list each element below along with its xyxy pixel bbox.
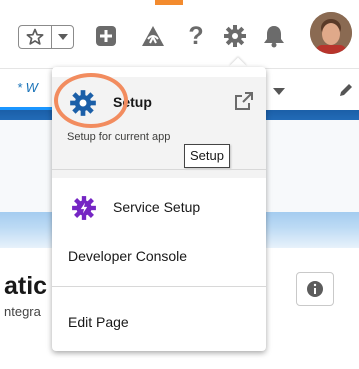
star-icon[interactable] [19,26,51,48]
help-icon[interactable]: ? [183,21,209,50]
tooltip: Setup [184,144,230,168]
pencil-icon[interactable] [338,82,354,103]
plus-icon[interactable] [93,23,119,49]
info-icon [307,281,323,297]
service-setup-menu-item[interactable]: Service Setup [113,199,200,215]
tab-current[interactable]: * W [17,80,38,95]
tab-indicator [155,0,183,5]
setup-menu-item-sublabel: Setup for current app [67,131,171,143]
gear-purple-icon [71,195,97,226]
info-button[interactable] [296,272,334,306]
page-title: atic [4,272,48,300]
chevron-down-icon[interactable] [52,26,73,48]
avatar[interactable] [310,12,352,54]
edit-page-menu-item[interactable]: Edit Page [68,314,129,330]
page-subtitle: ntegra [4,304,41,319]
external-link-icon[interactable] [234,91,254,116]
gear-icon[interactable] [222,23,248,49]
bell-icon[interactable] [261,23,287,49]
nav-menu-chevron-icon[interactable] [273,83,285,101]
menu-divider [52,169,266,170]
trailhead-icon[interactable] [140,23,166,49]
menu-divider [52,286,266,287]
favorites-button-group [18,25,74,49]
help-glyph: ? [188,21,204,50]
developer-console-menu-item[interactable]: Developer Console [68,248,187,264]
highlight-ring [54,73,128,128]
